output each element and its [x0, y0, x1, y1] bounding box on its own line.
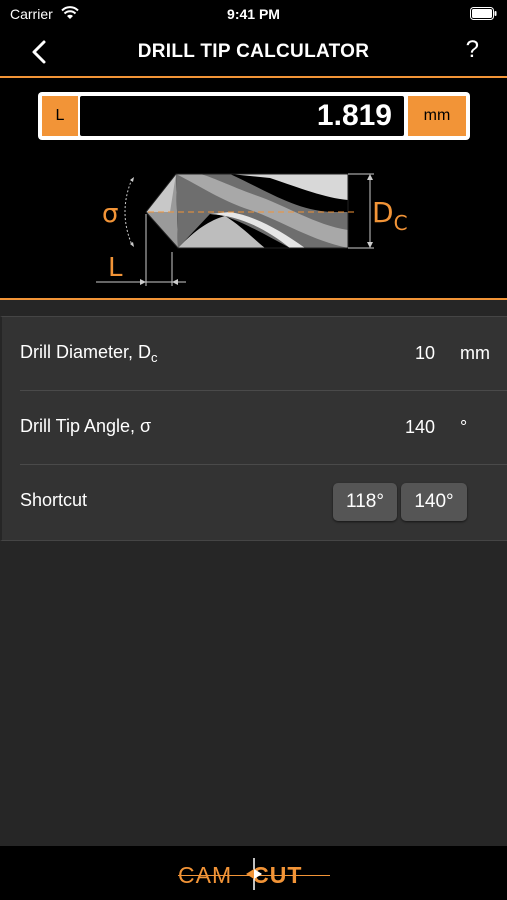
- battery-icon: [470, 7, 497, 20]
- drill-tip-angle-value[interactable]: 140: [405, 417, 435, 438]
- clock: 9:41 PM: [227, 6, 280, 22]
- help-button[interactable]: ?: [466, 36, 479, 64]
- drill-diameter-row[interactable]: Drill Diameter, Dc 10 mm: [2, 317, 507, 391]
- drill-tip-angle-unit: °: [460, 417, 468, 437]
- page-title: DRILL TIP CALCULATOR: [137, 41, 370, 62]
- footer: CAM CUT: [0, 846, 507, 900]
- drill-tip-diagram: σ DC L: [96, 173, 408, 286]
- status-bar: Carrier 9:41 PM: [0, 0, 507, 28]
- shortcut-118-button[interactable]: 118°: [333, 483, 397, 521]
- dc-label: D: [372, 196, 394, 229]
- drill-tip-angle-label: Drill Tip Angle, σ: [20, 416, 152, 436]
- input-list: Drill Diameter, Dc 10 mm Drill Tip Angle…: [0, 316, 507, 541]
- result-display: L 1.819 mm: [38, 92, 470, 140]
- dc-subscript: C: [394, 211, 408, 235]
- shortcut-label: Shortcut: [20, 490, 88, 510]
- shortcut-140-button[interactable]: 140°: [401, 483, 467, 521]
- logo-text-cam: CAM: [178, 862, 233, 888]
- result-symbol: L: [42, 96, 78, 136]
- l-label: L: [108, 253, 123, 283]
- camcut-logo: CAM CUT: [178, 856, 330, 894]
- sigma-label: σ: [102, 199, 118, 229]
- navigation-bar: DRILL TIP CALCULATOR ?: [0, 28, 507, 76]
- result-panel: L 1.819 mm σ DC L: [0, 76, 507, 300]
- drill-diameter-unit: mm: [460, 343, 490, 363]
- result-field: 1.819: [80, 96, 404, 136]
- logo-mark-icon: [246, 858, 262, 890]
- drill-diameter-value[interactable]: 10: [415, 343, 435, 364]
- result-value: 1.819: [316, 99, 392, 132]
- drill-tip-angle-row[interactable]: Drill Tip Angle, σ 140 °: [2, 391, 507, 465]
- shortcut-row: Shortcut 118° 140°: [2, 465, 507, 541]
- svg-text:DC: DC: [372, 196, 408, 235]
- drill-diameter-label: Drill Diameter, Dc: [20, 342, 158, 365]
- result-unit: mm: [408, 96, 466, 136]
